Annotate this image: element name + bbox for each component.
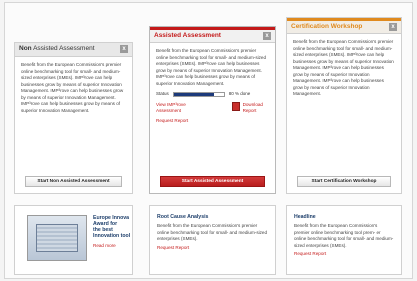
progress-bar bbox=[172, 91, 225, 97]
award-text: Europe Innova Award for the best Innovat… bbox=[93, 215, 130, 248]
award-image bbox=[27, 215, 87, 261]
close-icon[interactable]: x bbox=[389, 23, 397, 31]
card-description: Benefit from the European Commission's p… bbox=[21, 62, 124, 113]
start-non-assisted-button[interactable]: Start Non Assisted Assessment bbox=[25, 176, 122, 187]
assisted-assessment-card: Assisted Assessment x Benefit from the E… bbox=[149, 26, 276, 194]
status-label: Status bbox=[156, 91, 169, 96]
card-description: Benefit from the European Commission's p… bbox=[293, 39, 394, 96]
status-row: Status 80 % done bbox=[156, 91, 269, 98]
headline-description: Benefit from the European Commission's p… bbox=[294, 223, 394, 248]
close-icon[interactable]: x bbox=[120, 45, 128, 53]
card-header: Non Assisted Assessment x bbox=[15, 43, 132, 57]
pdf-icon bbox=[231, 101, 240, 111]
read-more-link[interactable]: Read more bbox=[93, 243, 130, 248]
request-report-link[interactable]: Request Report bbox=[156, 118, 269, 125]
card-header: Assisted Assessment x bbox=[150, 27, 275, 43]
non-assisted-assessment-card: Non Assisted Assessment x Benefit from t… bbox=[14, 42, 133, 194]
links-row: View IMP³rove Assessment Download Report bbox=[156, 101, 269, 115]
card-body: Benefit from the European Commission's p… bbox=[150, 43, 275, 129]
headline-card: Headline Benefit from the European Commi… bbox=[286, 205, 402, 275]
download-report-link[interactable]: Download Report bbox=[231, 101, 263, 115]
card-title: Assisted Assessment bbox=[31, 45, 95, 52]
award-card: Europe Innova Award for the best Innovat… bbox=[14, 205, 133, 275]
card-title: Assisted Assessment bbox=[154, 32, 221, 39]
download-line-2: Report bbox=[242, 108, 257, 113]
start-certification-button[interactable]: Start Certification Workshop bbox=[297, 176, 391, 187]
card-description: Benefit from the European Commission's p… bbox=[156, 48, 267, 86]
start-assisted-button[interactable]: Start Assisted Assessment bbox=[160, 176, 265, 187]
status-value: 80 % done bbox=[228, 91, 251, 96]
card-title-prefix: Non bbox=[19, 45, 32, 52]
close-icon[interactable]: x bbox=[263, 32, 271, 40]
card-header: Certification Workshop x bbox=[287, 18, 401, 34]
request-report-link[interactable]: Request Report bbox=[157, 245, 268, 250]
view-link-line-2: Assessment bbox=[156, 108, 182, 113]
view-assessment-link[interactable]: View IMP³rove Assessment bbox=[156, 102, 186, 115]
card-title: Certification Workshop bbox=[291, 23, 363, 30]
progress-fill bbox=[173, 92, 214, 96]
request-report-link[interactable]: Request Report bbox=[294, 251, 394, 256]
root-cause-description: Benefit from the European Commission's p… bbox=[157, 223, 268, 241]
award-title-line: Innovation tool bbox=[93, 233, 131, 239]
certification-workshop-card: Certification Workshop x Benefit from th… bbox=[286, 17, 402, 194]
root-cause-card: Root Cause Analysis Benefit from the Eur… bbox=[149, 205, 276, 275]
